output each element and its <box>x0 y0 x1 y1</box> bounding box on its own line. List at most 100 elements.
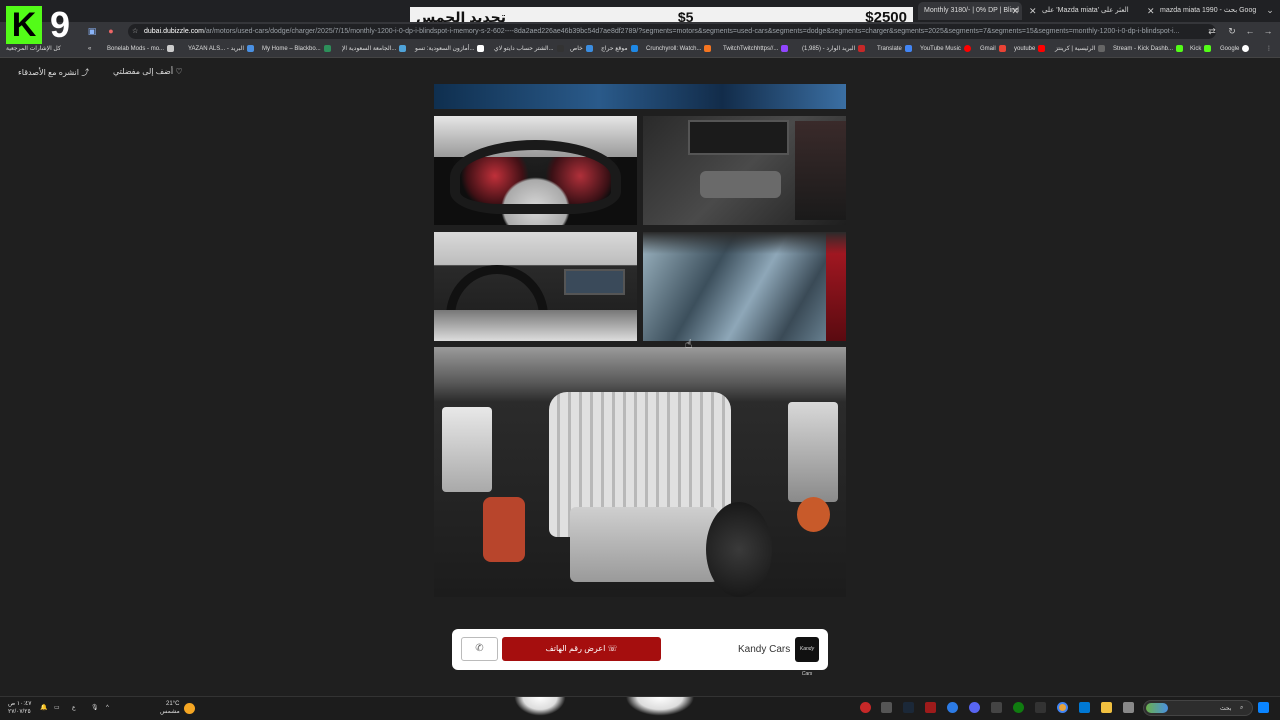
search-placeholder: بحث <box>1220 706 1232 712</box>
taskbar-decoration <box>620 697 700 719</box>
bookmark-item[interactable]: Google <box>1220 44 1250 54</box>
bookmarks-more-icon[interactable]: ⋮ <box>1266 44 1272 54</box>
close-icon[interactable]: ✕ <box>1011 2 1019 20</box>
app-icon[interactable] <box>881 702 892 713</box>
listing-header <box>0 58 1280 84</box>
tab-search-mazda[interactable]: ✕ على 'Mazda miata' العثر على <box>1026 2 1140 20</box>
extension-icon[interactable]: ▣ <box>86 25 98 37</box>
weather-desc[interactable]: مشمس <box>160 708 180 716</box>
car-photo-instrument-cluster[interactable] <box>434 116 637 225</box>
bookmark-item[interactable]: الرئيسية | كرينتز <box>1055 44 1106 54</box>
bookmarks-overflow-icon[interactable]: « <box>88 44 91 54</box>
search-highlight-icon <box>1146 703 1168 713</box>
bookmark-item[interactable]: TwitchTwitchhttps//... <box>723 44 789 54</box>
bookmark-item[interactable]: YouTube Music <box>920 44 971 54</box>
whatsapp-button[interactable]: ✆ <box>461 637 498 661</box>
windows-start-icon[interactable] <box>1258 702 1269 713</box>
bookmark-item[interactable]: Stream - Kick Dashb... <box>1113 44 1184 54</box>
bookmark-item[interactable]: خاص <box>570 44 593 54</box>
kick-logo-icon: K <box>6 6 42 44</box>
bookmark-favicon-icon <box>323 44 331 52</box>
bookmark-item[interactable]: Translate <box>877 44 912 54</box>
bookmark-item[interactable]: البريد الوارد - (1,985) <box>802 44 866 54</box>
site-info-icon[interactable]: ☆ <box>132 24 138 39</box>
bookmark-item[interactable]: أمازون السعودية: تسو... <box>415 44 485 54</box>
bookmark-favicon-icon <box>858 44 866 52</box>
weather-temp[interactable]: 21°C <box>166 700 179 708</box>
car-photo-steering-wheel[interactable] <box>434 232 637 341</box>
close-icon[interactable]: ✕ <box>1147 2 1155 20</box>
store-icon[interactable] <box>1079 702 1090 713</box>
sun-icon <box>184 703 195 714</box>
url-field[interactable]: ☆ dubai.dubizzle.com/ar/motors/used-cars… <box>128 24 1216 39</box>
app-icon[interactable] <box>991 702 1002 713</box>
all-bookmarks[interactable]: كل الإشارات المرجعية <box>6 44 61 54</box>
app-icon[interactable] <box>860 702 871 713</box>
clock-date[interactable]: ٢٧/٠٧/٢٥ <box>8 708 31 716</box>
bookmark-favicon-icon <box>904 44 912 52</box>
forward-icon[interactable]: → <box>1262 25 1274 37</box>
tab-label: على 'Mazda miata' العثر على <box>1042 7 1129 14</box>
bookmark-favicon-icon <box>1098 44 1106 52</box>
dealer-logo[interactable]: Kandy Cars <box>795 637 819 677</box>
bookmark-favicon-icon <box>167 44 175 52</box>
chrome-icon[interactable] <box>1057 702 1068 713</box>
xbox-icon[interactable] <box>1013 702 1024 713</box>
bookmark-favicon-icon <box>704 44 712 52</box>
stream-logo: K 9 <box>6 6 78 44</box>
bookmark-favicon-icon <box>781 44 789 52</box>
bookmark-favicon-icon <box>963 44 971 52</box>
add-favorite-button[interactable]: أضف إلى مفضلتي ♡ <box>113 67 182 76</box>
folder-icon[interactable] <box>1101 702 1112 713</box>
tab-google[interactable]: ✕ mazda miata 1990 - بحث Goog <box>1144 2 1262 20</box>
close-icon[interactable]: ✕ <box>1029 2 1037 20</box>
heart-icon: ♡ <box>175 67 183 76</box>
share-button[interactable]: انشره مع الأصدقاء ⤴ <box>18 67 89 78</box>
bookmark-item[interactable]: موقع حراج <box>601 44 638 54</box>
bookmark-item[interactable]: الجامعة السعودية الإ... <box>342 44 407 54</box>
extension-icon[interactable]: ● <box>105 25 117 37</box>
bookmark-item[interactable]: Kick <box>1190 44 1212 54</box>
search-icon: ⌕ <box>1240 705 1244 711</box>
car-photo-exterior[interactable] <box>434 84 846 109</box>
show-phone-button[interactable]: اعرض رقم الهاتف ☏ <box>502 637 661 661</box>
bookmark-item[interactable]: الشتر حساب دايتو لاي... <box>494 44 564 54</box>
bookmark-favicon-icon <box>1242 44 1250 52</box>
search-box[interactable]: بحث ⌕ <box>1143 700 1253 716</box>
tab-label: mazda miata 1990 - بحث Goog <box>1160 7 1257 14</box>
dealer-name[interactable]: Kandy Cars <box>738 644 790 655</box>
bookmark-favicon-icon <box>556 44 564 52</box>
tab-dubizzle[interactable]: Monthly 3180/- | 0% DP | Blind ✕ <box>918 2 1022 20</box>
microphone-icon[interactable]: 🎙 <box>91 704 99 712</box>
translate-icon[interactable]: ⇄ <box>1206 25 1218 37</box>
bookmark-item[interactable]: Bonelab Mods - mo... <box>107 44 175 54</box>
task-view-icon[interactable] <box>1123 702 1134 713</box>
clock-time[interactable]: ١٠:٤٧ ص <box>8 700 31 708</box>
bookmark-item[interactable]: Gmail <box>980 44 1006 54</box>
bookmark-item[interactable]: youtube <box>1014 44 1046 54</box>
app-icon[interactable] <box>925 702 936 713</box>
car-photo-rear-seats[interactable] <box>643 232 846 341</box>
reload-icon[interactable]: ↻ <box>1226 25 1238 37</box>
mouse-cursor-icon: ☝ <box>685 337 693 351</box>
bookmark-favicon-icon <box>1204 44 1212 52</box>
app-icon[interactable] <box>1035 702 1046 713</box>
discord-icon[interactable] <box>969 702 980 713</box>
notification-icon[interactable]: 🔔 <box>40 704 47 712</box>
car-photo-center-console[interactable] <box>643 116 846 225</box>
steam-icon[interactable] <box>903 702 914 713</box>
bookmark-favicon-icon <box>630 44 638 52</box>
app-icon[interactable] <box>947 702 958 713</box>
back-icon[interactable]: ← <box>1244 25 1256 37</box>
bookmark-item[interactable]: YAZAN ALS... - البريد <box>188 44 255 54</box>
bookmark-item[interactable]: My Home – Blackbo... <box>262 44 331 54</box>
input-language[interactable]: ع <box>72 704 76 712</box>
network-icon[interactable]: ▭ <box>54 704 60 712</box>
bookmark-favicon-icon <box>998 44 1006 52</box>
tab-list-icon[interactable]: ⌄ <box>1264 4 1276 16</box>
bookmark-item[interactable]: Crunchyroll: Watch... <box>646 44 712 54</box>
bookmark-favicon-icon <box>399 44 407 52</box>
car-photo-engine-bay[interactable] <box>434 347 846 597</box>
tray-overflow-icon[interactable]: ^ <box>106 704 109 712</box>
whatsapp-icon: ✆ <box>475 643 484 654</box>
